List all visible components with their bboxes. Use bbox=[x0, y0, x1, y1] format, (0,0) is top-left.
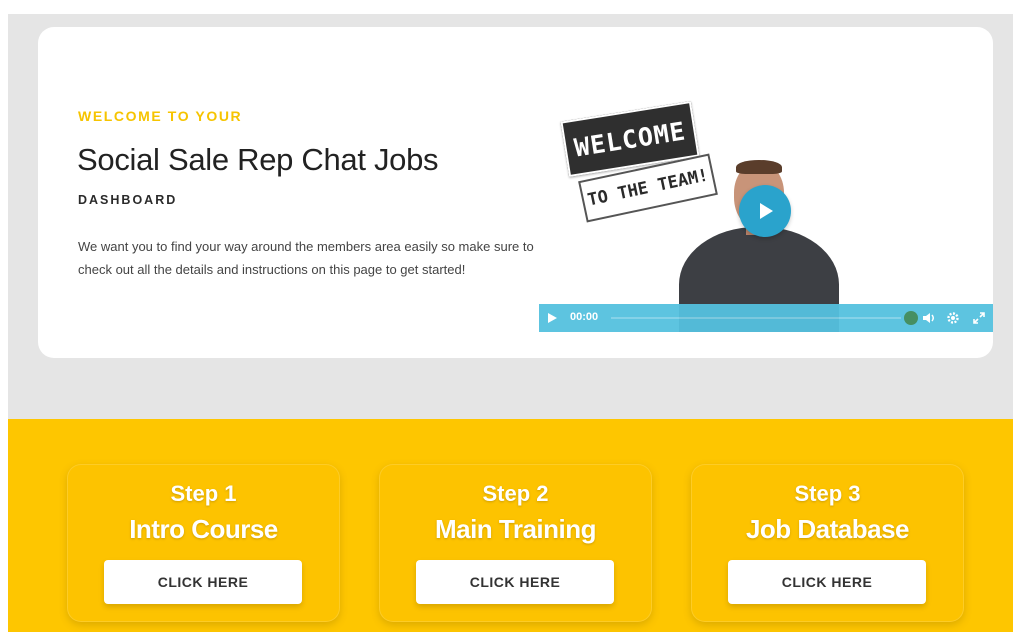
welcome-card: WELCOME TO YOUR Social Sale Rep Chat Job… bbox=[38, 27, 993, 358]
volume-button[interactable] bbox=[921, 310, 937, 326]
video-time: 00:00 bbox=[570, 311, 599, 323]
welcome-sign-text: WELCOME bbox=[572, 115, 688, 163]
fullscreen-icon bbox=[973, 312, 985, 324]
step-number: Step 3 bbox=[794, 481, 861, 506]
intro-course-button[interactable]: CLICK HERE bbox=[104, 560, 302, 604]
settings-button[interactable] bbox=[945, 310, 961, 326]
welcome-eyebrow: WELCOME TO YOUR bbox=[78, 108, 243, 124]
step-number: Step 1 bbox=[170, 481, 237, 506]
play-icon bbox=[548, 313, 557, 323]
intro-text: We want you to find your way around the … bbox=[78, 239, 534, 277]
steps-section: Step 1 Intro Course CLICK HERE Step 2 Ma… bbox=[8, 419, 1013, 632]
presenter-hair bbox=[736, 160, 782, 174]
dashboard-subtitle: DASHBOARD bbox=[78, 193, 178, 207]
step-card-2: Step 2 Main Training CLICK HERE bbox=[379, 464, 652, 622]
step-title: Job Database bbox=[745, 514, 910, 544]
step-title: Main Training bbox=[434, 514, 597, 544]
page-title: Social Sale Rep Chat Jobs bbox=[77, 142, 439, 177]
page-frame: WELCOME TO YOUR Social Sale Rep Chat Job… bbox=[8, 14, 1013, 632]
video-play-button[interactable] bbox=[739, 185, 791, 237]
video-control-bar: 00:00 bbox=[539, 304, 993, 332]
step-card-1: Step 1 Intro Course CLICK HERE bbox=[67, 464, 340, 622]
play-icon bbox=[760, 203, 773, 219]
team-sign-text: TO THE TEAM! bbox=[585, 165, 711, 211]
brand-icon bbox=[904, 311, 918, 325]
step-title: Intro Course bbox=[129, 514, 278, 544]
gear-icon bbox=[947, 312, 959, 324]
progress-track[interactable] bbox=[611, 317, 901, 319]
welcome-video-player[interactable]: WELCOME TO THE TEAM! 00:00 bbox=[539, 87, 993, 332]
main-training-button[interactable]: CLICK HERE bbox=[416, 560, 614, 604]
control-play-button[interactable] bbox=[545, 311, 559, 325]
fullscreen-button[interactable] bbox=[971, 310, 987, 326]
step-number: Step 2 bbox=[482, 481, 549, 506]
job-database-button[interactable]: CLICK HERE bbox=[728, 560, 926, 604]
volume-icon bbox=[923, 313, 934, 323]
step-card-3: Step 3 Job Database CLICK HERE bbox=[691, 464, 964, 622]
